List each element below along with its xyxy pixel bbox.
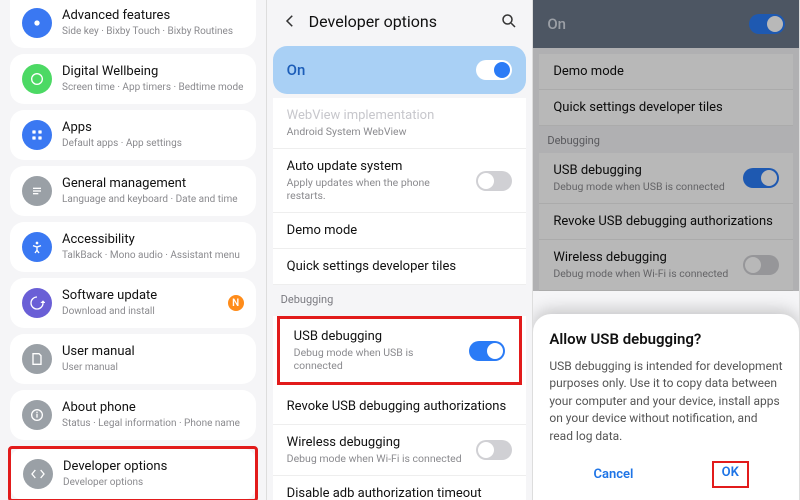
item-title: Demo mode: [553, 64, 779, 79]
master-toggle: [749, 14, 785, 34]
notification-badge: N: [228, 295, 244, 311]
item-title: General management: [62, 176, 244, 192]
item-title: Digital Wellbeing: [62, 64, 244, 80]
row-wireless-debugging: Wireless debugging Debug mode when Wi-Fi …: [539, 240, 793, 291]
settings-item-about-phone[interactable]: About phone Status · Legal information · …: [10, 390, 256, 440]
row-disable-adb-timeout[interactable]: Disable adb authorization timeout Disabl…: [273, 476, 527, 500]
toggle-auto-update[interactable]: [476, 171, 512, 191]
page-title: Developer options: [309, 12, 499, 31]
accessibility-icon: [22, 232, 52, 262]
item-sub: Debug mode when USB is connected: [294, 346, 462, 372]
settings-item-software-update[interactable]: Software update Download and install N: [10, 278, 256, 328]
row-demo-mode: Demo mode: [539, 54, 793, 90]
item-sub: Download and install: [62, 306, 218, 318]
row-revoke-auth[interactable]: Revoke USB debugging authorizations: [273, 389, 527, 425]
item-sub: Status · Legal information · Phone name: [62, 418, 244, 430]
settings-item-advanced-features[interactable]: Advanced features Side key · Bixby Touch …: [10, 0, 256, 48]
item-title: USB debugging: [294, 329, 462, 344]
item-title: Wireless debugging: [553, 250, 735, 265]
manual-icon: [22, 344, 52, 374]
section-debugging: Debugging: [533, 126, 799, 153]
developer-options-panel: Developer options On WebView implementat…: [267, 0, 534, 500]
item-title: Accessibility: [62, 232, 244, 248]
update-icon: [22, 288, 52, 318]
settings-item-general-management[interactable]: General management Language and keyboard …: [10, 166, 256, 216]
master-toggle[interactable]: [476, 60, 512, 80]
item-title: Disable adb authorization timeout: [287, 486, 513, 500]
toggle-wireless-debugging: [743, 255, 779, 275]
item-title: Quick settings developer tiles: [287, 259, 513, 274]
highlight-developer-options: Developer options Developer options: [8, 446, 258, 500]
row-quick-settings-tiles[interactable]: Quick settings developer tiles: [273, 249, 527, 285]
item-sub: Developer options: [63, 477, 243, 489]
row-auto-update[interactable]: Auto update system Apply updates when the…: [273, 149, 527, 213]
item-title: Software update: [62, 288, 218, 304]
item-sub: Debug mode when USB is connected: [553, 180, 735, 193]
item-title: USB debugging: [553, 163, 735, 178]
search-icon[interactable]: [498, 10, 520, 32]
item-title: Auto update system: [287, 159, 469, 174]
item-title: Demo mode: [287, 223, 513, 238]
row-wireless-debugging[interactable]: Wireless debugging Debug mode when Wi-Fi …: [273, 425, 527, 476]
item-title: Wireless debugging: [287, 435, 469, 450]
settings-item-accessibility[interactable]: Accessibility TalkBack · Mono audio · Ass…: [10, 222, 256, 272]
toggle-usb-debugging: [743, 168, 779, 188]
item-title: Developer options: [63, 459, 243, 475]
row-usb-debugging[interactable]: USB debugging Debug mode when USB is conn…: [280, 319, 520, 382]
item-sub: Side key · Bixby Touch · Bixby Routines: [62, 26, 244, 38]
highlight-usb-debugging: USB debugging Debug mode when USB is conn…: [277, 316, 523, 385]
about-icon: [22, 400, 52, 430]
item-title: Advanced features: [62, 8, 244, 24]
item-sub: Android System WebView: [287, 125, 513, 138]
row-demo-mode[interactable]: Demo mode: [273, 213, 527, 249]
on-label: On: [547, 15, 566, 33]
usb-debugging-dialog: Allow USB debugging? USB debugging is in…: [533, 314, 799, 500]
item-sub: Screen time · App timers · Bedtime mode: [62, 82, 244, 94]
toggle-wireless-debugging[interactable]: [476, 440, 512, 460]
item-sub: Apply updates when the phone restarts.: [287, 176, 469, 202]
item-sub: Debug mode when Wi-Fi is connected: [553, 267, 735, 280]
item-title-cut: WebView implementation: [287, 108, 513, 123]
master-toggle-row[interactable]: On: [273, 46, 527, 94]
row-usb-debugging: USB debugging Debug mode when USB is conn…: [539, 153, 793, 204]
row-webview[interactable]: WebView implementation Android System We…: [273, 98, 527, 149]
settings-item-apps[interactable]: Apps Default apps · App settings: [10, 110, 256, 160]
item-title: About phone: [62, 400, 244, 416]
item-sub: Language and keyboard · Date and time: [62, 194, 244, 206]
item-title: Quick settings developer tiles: [553, 100, 779, 115]
settings-item-user-manual[interactable]: User manual User manual: [10, 334, 256, 384]
settings-item-developer-options[interactable]: Developer options Developer options: [11, 449, 255, 499]
dialog-panel: On Demo mode Quick settings developer ti…: [533, 0, 800, 500]
developer-icon: [23, 459, 53, 489]
item-title: Revoke USB debugging authorizations: [553, 214, 779, 229]
section-debugging: Debugging: [267, 285, 533, 312]
apps-icon: [22, 120, 52, 150]
general-icon: [22, 176, 52, 206]
back-icon[interactable]: [279, 10, 301, 32]
item-sub: User manual: [62, 362, 244, 374]
toggle-usb-debugging[interactable]: [469, 341, 505, 361]
item-title: Apps: [62, 120, 244, 136]
master-toggle-row-dimmed: On: [533, 0, 799, 48]
dialog-body: USB debugging is intended for developmen…: [549, 358, 783, 445]
item-title: User manual: [62, 344, 244, 360]
settings-panel: Advanced features Side key · Bixby Touch …: [0, 0, 267, 500]
settings-item-digital-wellbeing[interactable]: Digital Wellbeing Screen time · App timer…: [10, 54, 256, 104]
on-label: On: [287, 61, 306, 79]
item-sub: Debug mode when Wi-Fi is connected: [287, 452, 469, 465]
dialog-title: Allow USB debugging?: [549, 330, 783, 348]
item-title: Revoke USB debugging authorizations: [287, 399, 513, 414]
advanced-icon: [22, 8, 52, 38]
wellbeing-icon: [22, 64, 52, 94]
item-sub: Default apps · App settings: [62, 138, 244, 150]
row-quick-settings-tiles: Quick settings developer tiles: [539, 90, 793, 126]
header-bar: Developer options: [267, 0, 533, 42]
cancel-button[interactable]: Cancel: [583, 461, 643, 488]
ok-button[interactable]: OK: [712, 461, 749, 488]
item-sub: TalkBack · Mono audio · Assistant menu: [62, 250, 244, 262]
row-revoke-auth: Revoke USB debugging authorizations: [539, 204, 793, 240]
